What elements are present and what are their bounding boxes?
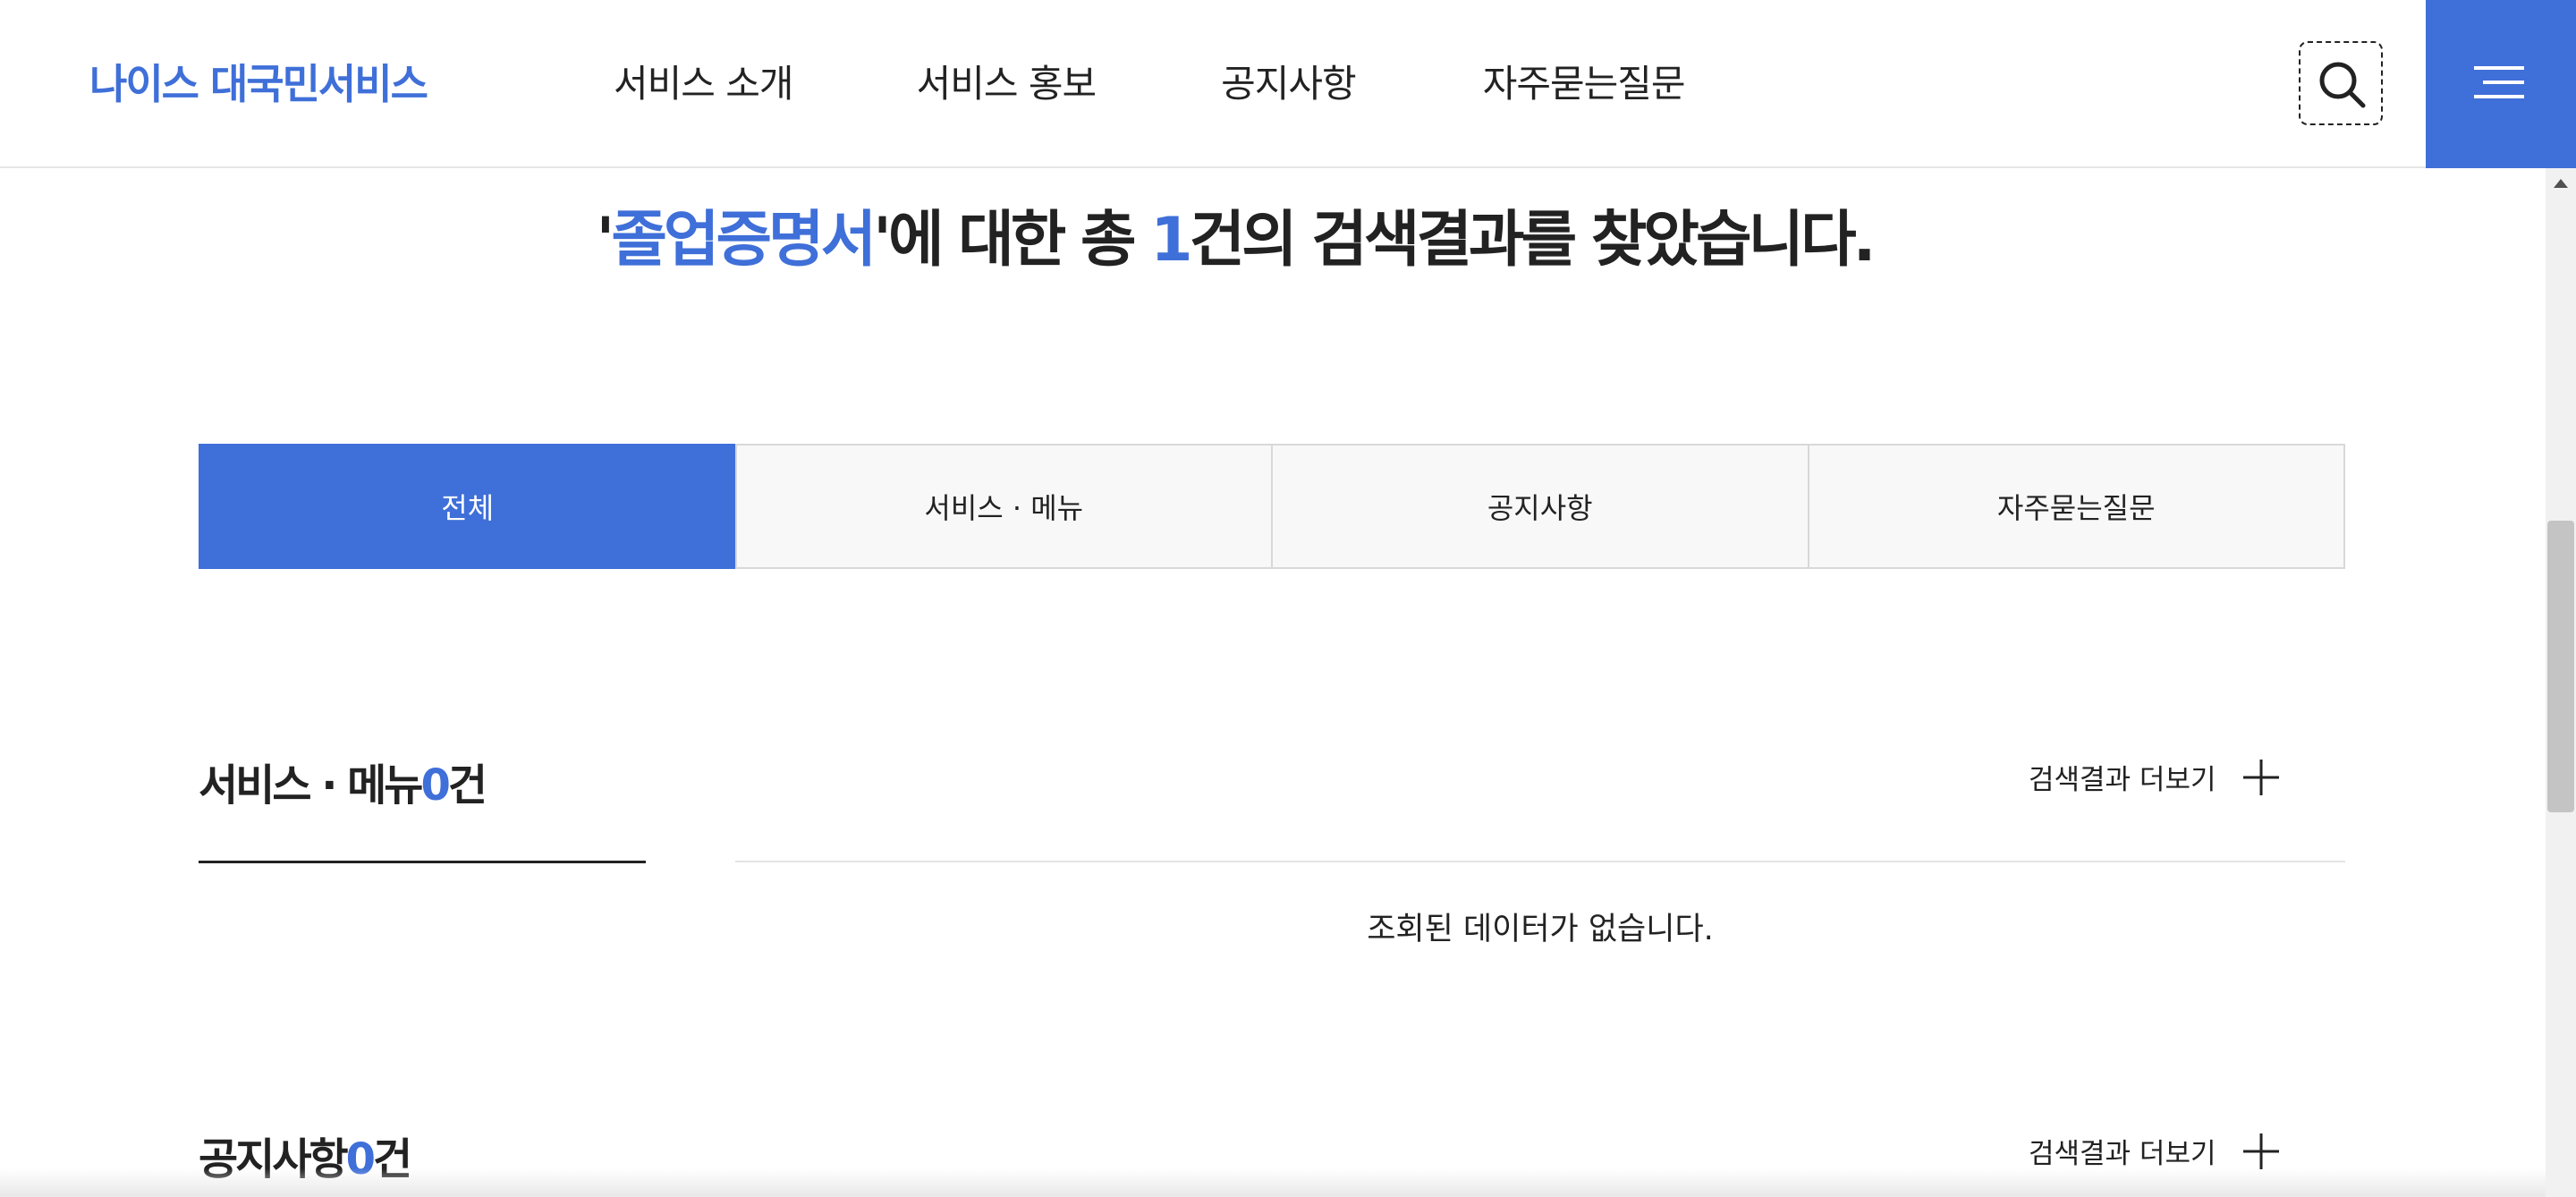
tab-faq[interactable]: 자주묻는질문 [1807, 444, 2345, 569]
tab-all[interactable]: 전체 [199, 444, 737, 569]
section-count: 0 [420, 760, 450, 811]
search-keyword: 졸업증명서 [611, 205, 877, 276]
more-results-label: 검색결과 더보기 [2029, 1138, 2216, 1170]
site-header: 나이스 대국민서비스 서비스 소개 서비스 홍보 공지사항 자주묻는질문 [0, 0, 2576, 168]
tab-service-menu[interactable]: 서비스 · 메뉴 [734, 444, 1273, 569]
hamburger-menu-icon [2474, 66, 2524, 98]
section-divider [735, 861, 2345, 862]
result-tabs: 전체 서비스 · 메뉴 공지사항 자주묻는질문 [199, 444, 2345, 569]
section-count-unit: 건 [447, 760, 487, 811]
nav-item-faq[interactable]: 자주묻는질문 [1483, 54, 1686, 108]
search-result-heading: '졸업증명서'에 대한 총 1건의 검색결과를 찾았습니다. [0, 190, 2469, 278]
search-button[interactable] [2299, 41, 2383, 125]
section-title-text: 서비스 · 메뉴 [199, 760, 423, 811]
plus-icon [2242, 1133, 2279, 1169]
nav-item-notice[interactable]: 공지사항 [1221, 54, 1357, 108]
search-icon [2319, 62, 2366, 108]
scroll-up-arrow-icon[interactable] [2554, 179, 2568, 188]
more-results-link-notice[interactable]: 검색결과 더보기 [2029, 1131, 2281, 1171]
menu-button[interactable] [2426, 0, 2576, 168]
empty-result-message: 조회된 데이터가 없습니다. [1367, 912, 1714, 947]
nav-item-service-intro[interactable]: 서비스 소개 [614, 54, 794, 108]
site-logo[interactable]: 나이스 대국민서비스 [89, 52, 428, 111]
section-title-service-menu: 서비스 · 메뉴0건 [199, 750, 487, 812]
result-count: 1 [1150, 205, 1192, 276]
result-middle-text: '에 대한 총 [873, 205, 1151, 276]
tab-notice[interactable]: 공지사항 [1271, 444, 1809, 569]
bottom-edge-shadow [0, 1168, 2546, 1197]
more-results-link-service-menu[interactable]: 검색결과 더보기 [2029, 757, 2281, 797]
scrollbar-thumb[interactable] [2547, 521, 2574, 812]
result-suffix-text: 건의 검색결과를 찾았습니다. [1189, 205, 1877, 276]
plus-icon [2242, 759, 2279, 795]
main-nav: 서비스 소개 서비스 홍보 공지사항 자주묻는질문 [614, 54, 1812, 108]
section-title-underline [199, 861, 646, 863]
quote-open: ' [596, 205, 615, 276]
nav-item-service-promo[interactable]: 서비스 홍보 [917, 54, 1097, 108]
more-results-label: 검색결과 더보기 [2029, 764, 2216, 796]
